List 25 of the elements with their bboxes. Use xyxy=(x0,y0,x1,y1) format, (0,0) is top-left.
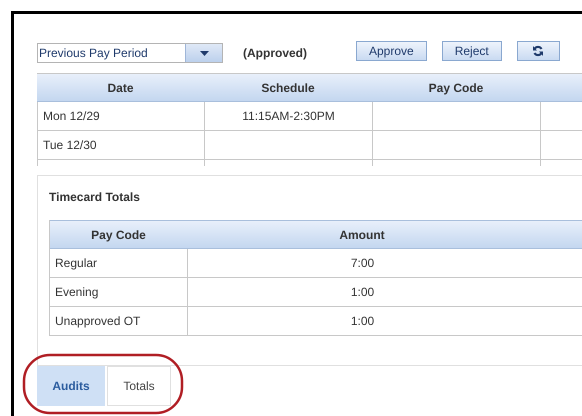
period-dropdown[interactable]: Previous Pay Period xyxy=(37,43,223,63)
action-button[interactable]: Reject xyxy=(442,41,502,61)
table-cell-text: 11:15AM-2:30PM xyxy=(242,108,335,125)
table-cell-text: Tue 12/30 xyxy=(43,137,97,154)
refresh-icon xyxy=(532,45,544,57)
approval-status: (Approved) xyxy=(243,45,307,62)
column-header: Pay Code xyxy=(91,226,146,244)
column-header: Date xyxy=(107,80,134,96)
column-header: Amount xyxy=(339,226,385,244)
table-cell-text: 1:00 xyxy=(350,284,374,301)
tab[interactable]: Audits xyxy=(37,366,105,406)
table-cell-text: Evening xyxy=(55,284,98,301)
table-cell-text: 7:00 xyxy=(350,255,374,272)
table-cell-text: Mon 12/29 xyxy=(43,108,100,125)
column-header: Schedule xyxy=(261,80,315,96)
panel-title: Timecard Totals xyxy=(49,189,141,206)
column-header: Pay Code xyxy=(428,80,484,96)
tab[interactable]: Totals xyxy=(107,366,171,406)
table-cell-text: Regular xyxy=(55,255,98,272)
caret-icon xyxy=(200,50,208,56)
action-button[interactable]: Approve xyxy=(356,41,427,61)
table-cell-text: 1:00 xyxy=(350,313,374,330)
dropdown-value: Previous Pay Period xyxy=(38,45,149,62)
refresh-button[interactable] xyxy=(516,41,560,61)
table-cell-text: Unapproved OT xyxy=(55,313,140,330)
